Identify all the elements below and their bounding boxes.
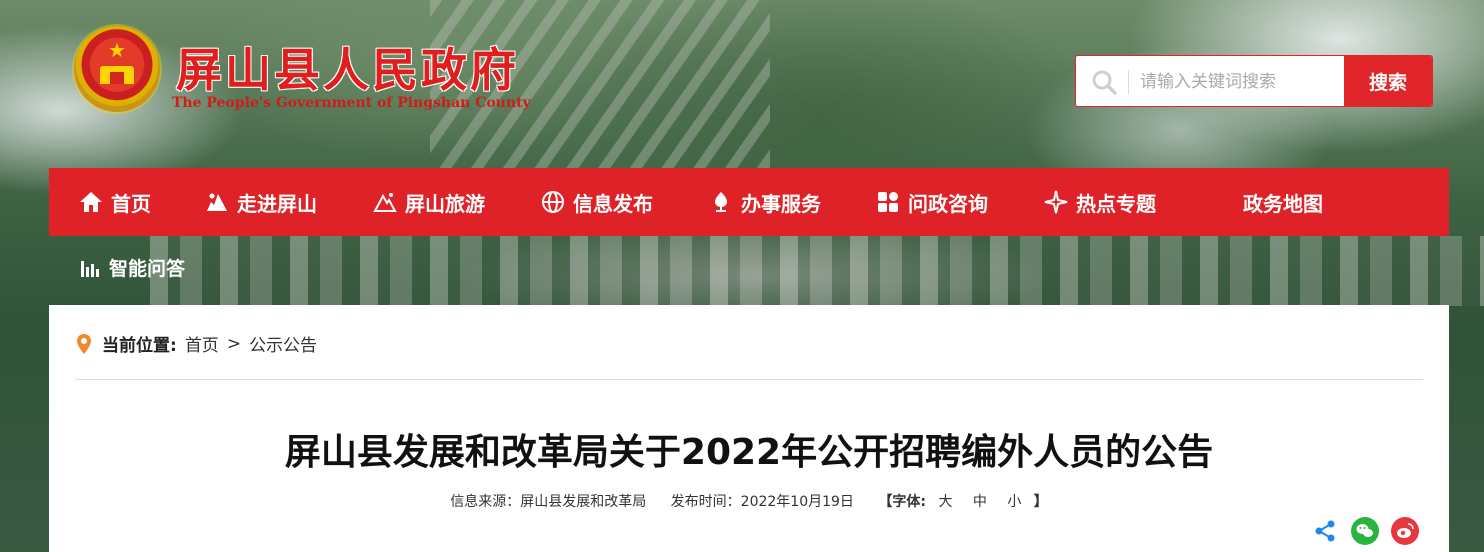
nav-item-consult[interactable]: 问政咨询	[876, 168, 988, 236]
nav-item-label: 办事服务	[741, 191, 821, 216]
nav-item-map[interactable]: 政务地图	[1243, 168, 1323, 236]
globe-icon	[542, 191, 564, 213]
main-nav: 首页 走进屏山 屏山旅游 信息发布 办事服务 问政咨询 热点专题 政务地图	[49, 168, 1449, 236]
breadcrumb: 当前位置: 首页 > 公示公告	[76, 331, 317, 356]
font-large-button[interactable]: 大	[938, 494, 952, 510]
nav-item-travel[interactable]: 屏山旅游	[373, 168, 485, 236]
article-source: 信息来源：屏山县发展和改革局	[450, 494, 647, 510]
font-small-button[interactable]: 小	[1007, 494, 1021, 510]
emblem-star-icon: ★	[108, 38, 126, 62]
emblem-gate-icon	[100, 66, 134, 84]
star-icon	[1044, 190, 1068, 214]
font-size-close: 】	[1033, 494, 1048, 510]
article-meta: 信息来源：屏山县发展和改革局 发布时间：2022年10月19日 【字体: 大 中…	[49, 491, 1449, 511]
nav-item-label: 走进屏山	[237, 191, 317, 216]
grid-icon	[878, 192, 898, 212]
bar-chart-icon	[81, 260, 99, 277]
service-icon	[715, 192, 727, 212]
nav-item-label: 信息发布	[573, 191, 653, 216]
wechat-icon	[1351, 517, 1379, 545]
search-separator	[1128, 70, 1129, 94]
weibo-share-button[interactable]	[1391, 517, 1419, 545]
nav-item-home[interactable]: 首页	[79, 168, 151, 236]
share-button[interactable]	[1311, 517, 1339, 545]
wechat-share-button[interactable]	[1351, 517, 1379, 545]
weibo-icon	[1391, 517, 1419, 545]
national-emblem-logo: ★	[74, 26, 160, 112]
search-box: 搜索	[1075, 55, 1433, 107]
search-icon	[1092, 70, 1117, 95]
breadcrumb-label: 当前位置:	[102, 336, 177, 356]
breadcrumb-home-link[interactable]: 首页	[185, 331, 219, 356]
breadcrumb-separator: >	[226, 333, 242, 354]
search-input[interactable]	[1140, 68, 1340, 96]
breadcrumb-current-link[interactable]: 公示公告	[249, 331, 317, 356]
nav-item-info[interactable]: 信息发布	[541, 168, 653, 236]
site-title: 屏山县人民政府	[176, 43, 519, 97]
search-button[interactable]: 搜索	[1344, 56, 1432, 106]
font-size-open: 【字体:	[878, 494, 926, 510]
breadcrumb-divider	[75, 379, 1423, 380]
article-date: 发布时间：2022年10月19日	[670, 494, 854, 510]
nav-item-qa[interactable]: 智能问答	[79, 254, 185, 281]
nav-item-label: 首页	[111, 191, 151, 216]
scenery-town	[150, 236, 1484, 306]
nav-item-label: 问政咨询	[908, 191, 988, 216]
share-icon	[1315, 520, 1335, 542]
nav-item-service[interactable]: 办事服务	[709, 168, 821, 236]
location-icon	[77, 333, 91, 354]
home-icon	[80, 192, 102, 212]
travel-icon	[373, 193, 397, 212]
site-subtitle: The People's Government of Pingshan Coun…	[172, 95, 531, 111]
nav-item-label: 政务地图	[1243, 191, 1323, 216]
content-panel: 当前位置: 首页 > 公示公告 屏山县发展和改革局关于2022年公开招聘编外人员…	[49, 305, 1449, 552]
nav-item-label: 智能问答	[109, 258, 186, 280]
article-title: 屏山县发展和改革局关于2022年公开招聘编外人员的公告	[284, 432, 1214, 473]
font-size-control: 【字体: 大 中 小 】	[878, 494, 1047, 510]
nav-item-label: 屏山旅游	[405, 191, 485, 216]
font-medium-button[interactable]: 中	[973, 494, 987, 510]
nav-item-topics[interactable]: 热点专题	[1044, 168, 1156, 236]
mountain-icon	[207, 193, 227, 211]
nav-item-label: 热点专题	[1076, 191, 1156, 216]
nav-item-about[interactable]: 走进屏山	[205, 168, 317, 236]
